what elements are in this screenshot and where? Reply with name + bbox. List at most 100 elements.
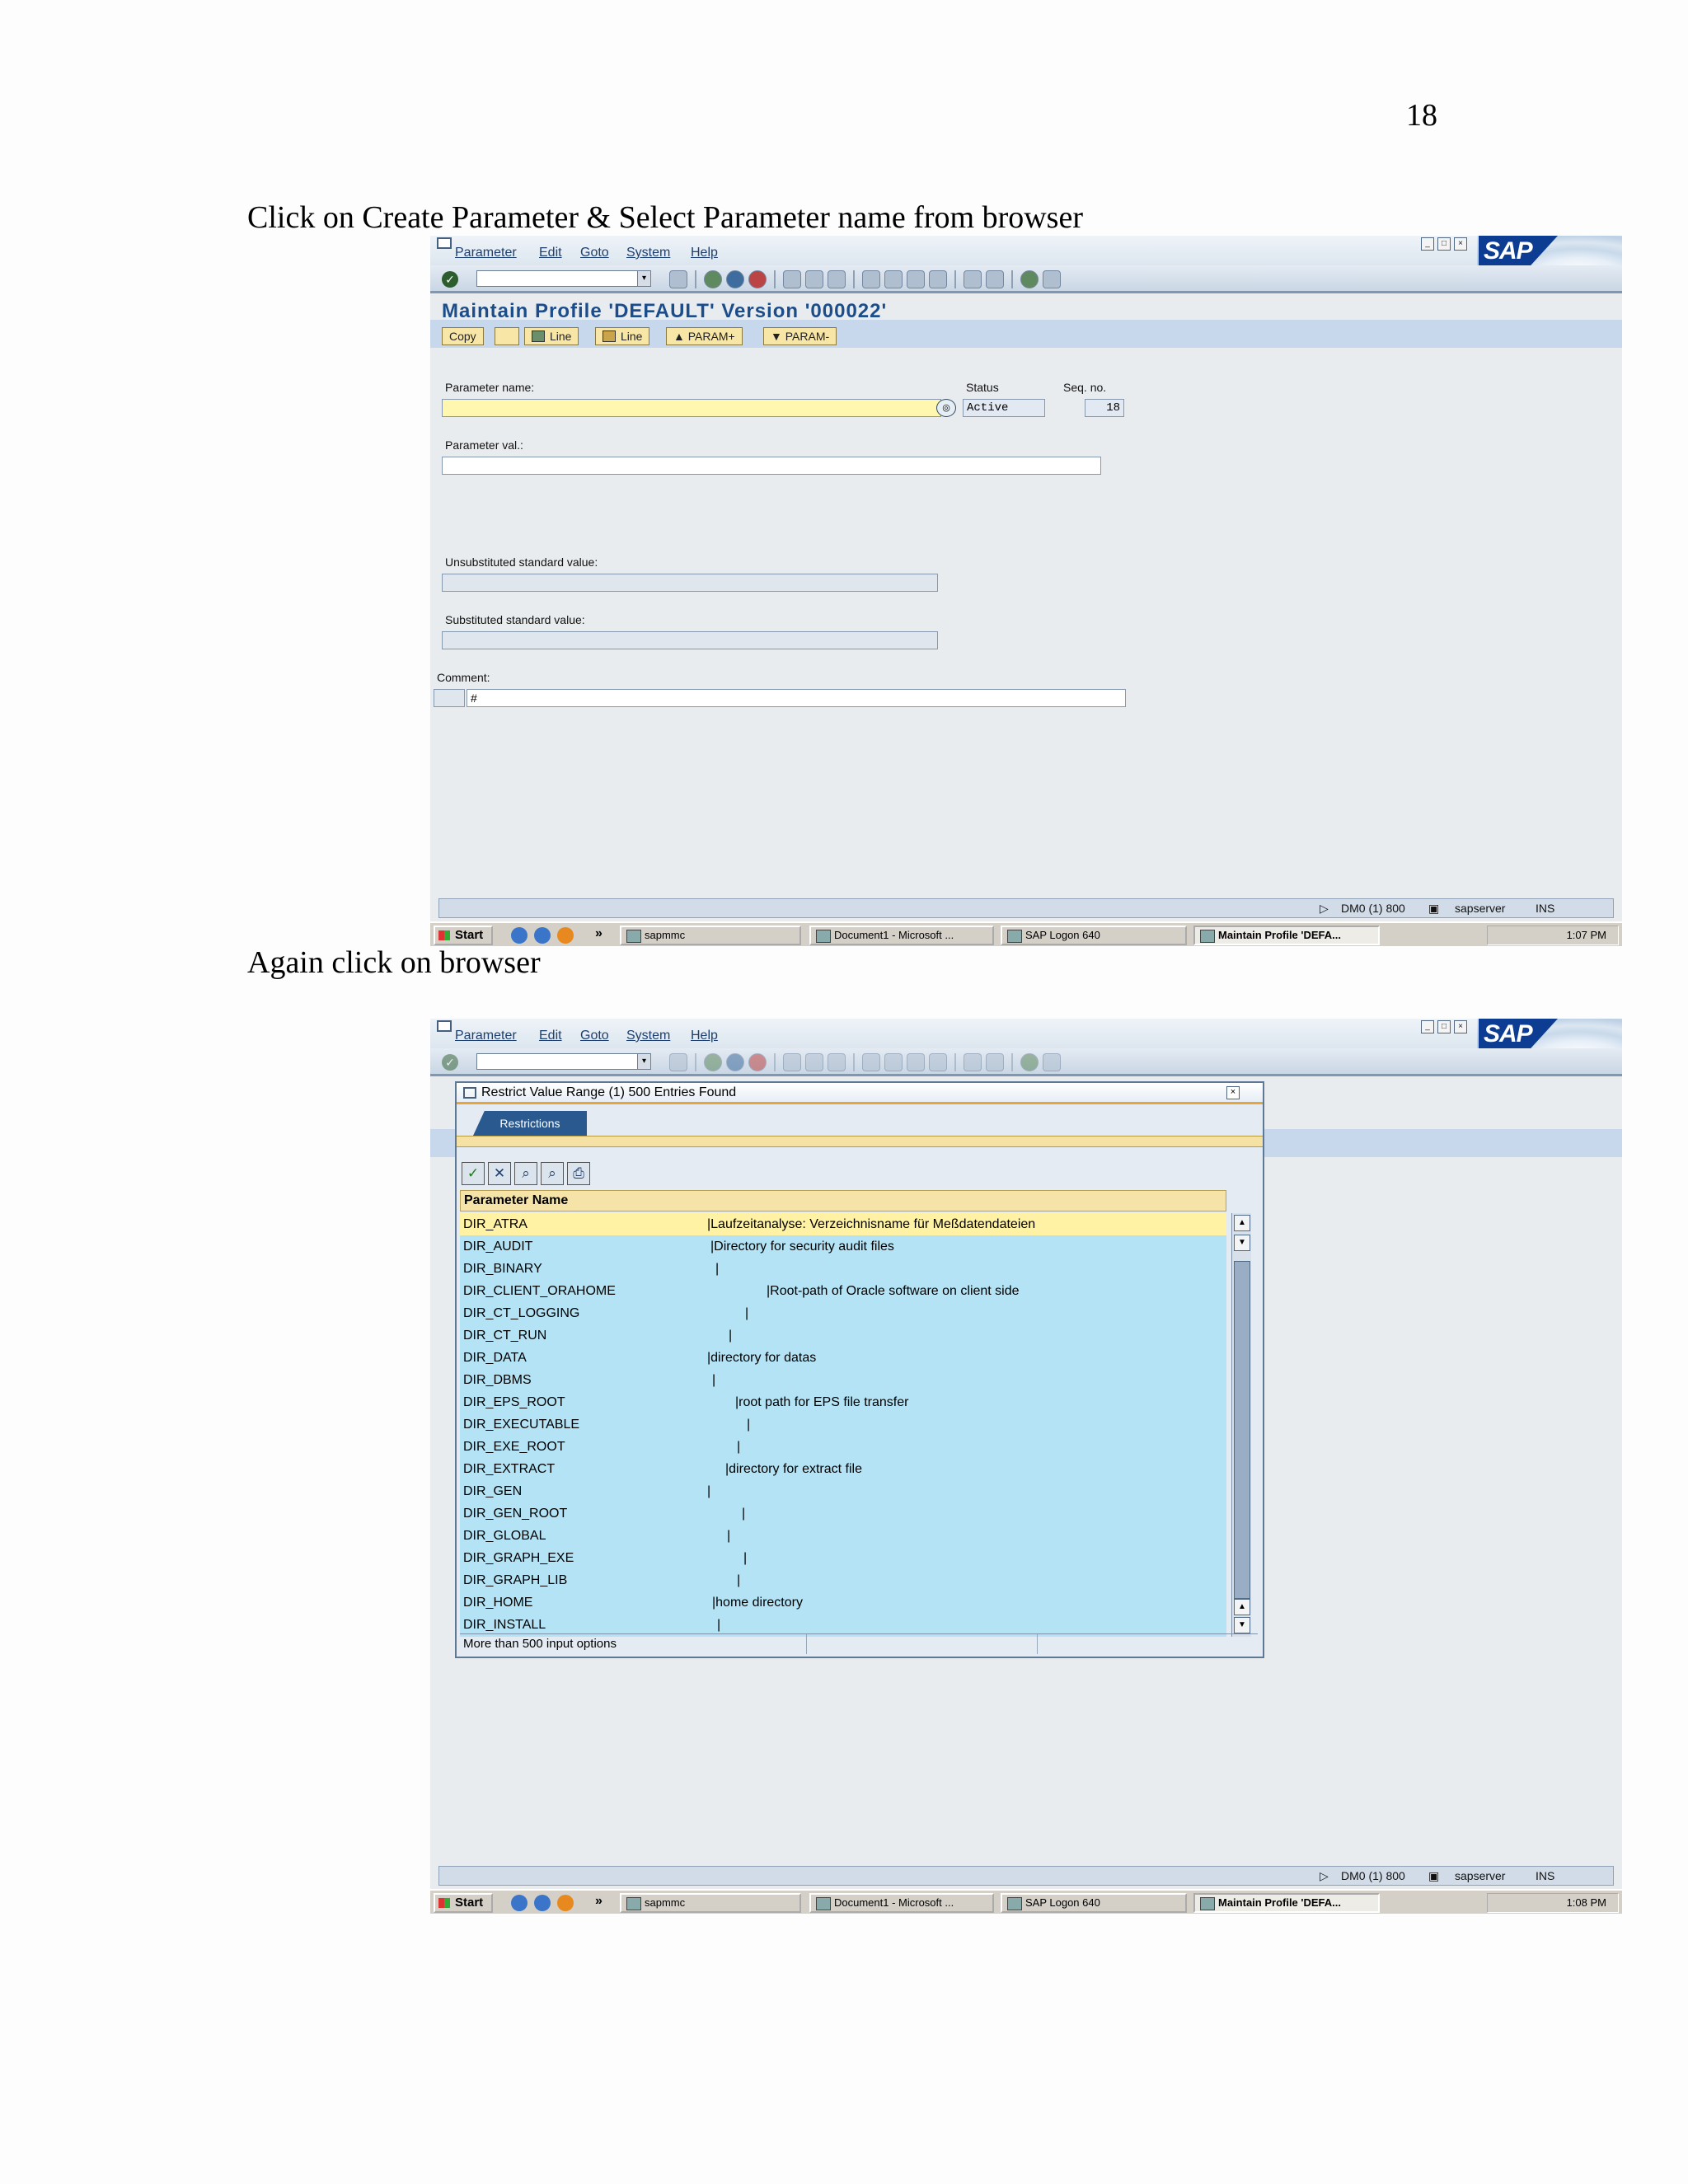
dialog-close-icon[interactable]: × bbox=[1226, 1086, 1240, 1099]
param-plus-button[interactable]: ▲ PARAM+ bbox=[666, 327, 743, 345]
print-icon[interactable] bbox=[783, 270, 801, 288]
edit-pencil-button[interactable] bbox=[495, 327, 519, 345]
new-session-icon[interactable] bbox=[964, 1053, 982, 1071]
list-item[interactable]: DIR_EXE_ROOT | bbox=[460, 1436, 1226, 1458]
close-window-icon[interactable]: × bbox=[1454, 237, 1467, 251]
find-icon[interactable]: ⌕ bbox=[514, 1162, 537, 1185]
task-sap-logon[interactable]: SAP Logon 640 bbox=[1001, 926, 1187, 945]
quick-launch-more-icon[interactable]: » bbox=[595, 926, 603, 941]
continue-icon[interactable]: ✓ bbox=[462, 1162, 485, 1185]
layout-menu-icon[interactable] bbox=[1043, 1053, 1061, 1071]
find-icon[interactable] bbox=[805, 270, 823, 288]
list-item[interactable]: DIR_GEN_ROOT | bbox=[460, 1502, 1226, 1525]
layout-menu-icon[interactable] bbox=[1043, 270, 1061, 288]
list-item[interactable]: DIR_EXTRACT |directory for extract file bbox=[460, 1458, 1226, 1480]
cancel-icon[interactable] bbox=[748, 1053, 767, 1071]
list-item[interactable]: DIR_CT_LOGGING | bbox=[460, 1302, 1226, 1324]
maximize-icon[interactable]: □ bbox=[1437, 237, 1451, 251]
first-page-icon[interactable] bbox=[862, 1053, 880, 1071]
copy-button[interactable]: Copy bbox=[442, 327, 484, 345]
previous-page-icon[interactable] bbox=[884, 1053, 903, 1071]
next-page-icon[interactable] bbox=[907, 270, 925, 288]
list-item[interactable]: DIR_HOME |home directory bbox=[460, 1591, 1226, 1614]
scroll-up-icon[interactable]: ▲ bbox=[1234, 1215, 1250, 1231]
print-icon[interactable] bbox=[783, 1053, 801, 1071]
list-item[interactable]: DIR_DATA |directory for datas bbox=[460, 1347, 1226, 1369]
first-page-icon[interactable] bbox=[862, 270, 880, 288]
enter-icon[interactable]: ✓ bbox=[442, 271, 458, 288]
desktop-icon[interactable] bbox=[511, 927, 528, 944]
task-sapmmc[interactable]: sapmmc bbox=[620, 1893, 801, 1913]
menu-system[interactable]: System bbox=[626, 1029, 670, 1043]
system-info-icon[interactable]: ▣ bbox=[1428, 902, 1439, 916]
find-next-icon[interactable]: ⌕ bbox=[541, 1162, 564, 1185]
status-arrow-icon[interactable]: ▷ bbox=[1320, 902, 1329, 916]
command-field[interactable]: ▾ bbox=[476, 270, 651, 287]
status-arrow-icon[interactable]: ▷ bbox=[1320, 1869, 1329, 1883]
command-dropdown-icon[interactable]: ▾ bbox=[637, 1054, 650, 1069]
new-session-icon[interactable] bbox=[964, 270, 982, 288]
shortcut-icon[interactable] bbox=[986, 1053, 1004, 1071]
page-down-icon[interactable]: ▼ bbox=[1234, 1235, 1250, 1251]
list-item[interactable]: DIR_INSTALL | bbox=[460, 1614, 1226, 1636]
tab-restrictions[interactable]: Restrictions bbox=[473, 1111, 587, 1136]
value-help-icon[interactable]: ◎ bbox=[936, 399, 956, 417]
list-item[interactable]: DIR_AUDIT |Directory for security audit f… bbox=[460, 1235, 1226, 1258]
find-next-icon[interactable] bbox=[828, 270, 846, 288]
media-icon[interactable] bbox=[557, 1895, 574, 1911]
back-icon[interactable] bbox=[704, 1053, 722, 1071]
menu-edit[interactable]: Edit bbox=[539, 1029, 562, 1043]
exit-icon[interactable] bbox=[726, 270, 744, 288]
system-info-icon[interactable]: ▣ bbox=[1428, 1869, 1439, 1883]
save-icon[interactable] bbox=[669, 270, 687, 288]
list-item[interactable]: DIR_ATRA |Laufzeitanalyse: Verzeichnisnam… bbox=[460, 1213, 1226, 1235]
menu-help[interactable]: Help bbox=[691, 1029, 718, 1043]
maximize-icon[interactable]: □ bbox=[1437, 1020, 1451, 1033]
menu-edit[interactable]: Edit bbox=[539, 246, 562, 260]
list-item[interactable]: DIR_CLIENT_ORAHOME |Root-path of Oracle s… bbox=[460, 1280, 1226, 1302]
list-item[interactable]: DIR_BINARY | bbox=[460, 1258, 1226, 1280]
parameter-value-input[interactable] bbox=[442, 457, 1101, 475]
task-sap-logon[interactable]: SAP Logon 640 bbox=[1001, 1893, 1187, 1913]
comment-input[interactable]: # bbox=[467, 689, 1126, 707]
list-item[interactable]: DIR_EXECUTABLE | bbox=[460, 1413, 1226, 1436]
task-document1[interactable]: Document1 - Microsoft ... bbox=[809, 926, 994, 945]
insert-line-button[interactable]: Line bbox=[524, 327, 579, 345]
dialog-menu-icon[interactable] bbox=[463, 1087, 476, 1099]
list-item[interactable]: DIR_EPS_ROOT |root path for EPS file tran… bbox=[460, 1391, 1226, 1413]
minimize-icon[interactable]: _ bbox=[1421, 237, 1434, 251]
scroll-down-icon[interactable]: ▼ bbox=[1234, 1617, 1250, 1633]
list-item[interactable]: DIR_CT_RUN | bbox=[460, 1324, 1226, 1347]
list-item[interactable]: DIR_GRAPH_EXE | bbox=[460, 1547, 1226, 1569]
exit-icon[interactable] bbox=[726, 1053, 744, 1071]
find-icon[interactable] bbox=[805, 1053, 823, 1071]
param-minus-button[interactable]: ▼ PARAM- bbox=[763, 327, 837, 345]
menu-goto[interactable]: Goto bbox=[580, 1029, 609, 1043]
minimize-icon[interactable]: _ bbox=[1421, 1020, 1434, 1033]
media-icon[interactable] bbox=[557, 927, 574, 944]
start-button[interactable]: Start bbox=[434, 926, 493, 945]
menu-system[interactable]: System bbox=[626, 246, 670, 260]
list-item[interactable]: DIR_DBMS | bbox=[460, 1369, 1226, 1391]
back-icon[interactable] bbox=[704, 270, 722, 288]
start-button[interactable]: Start bbox=[434, 1893, 493, 1913]
scroll-thumb[interactable] bbox=[1234, 1261, 1250, 1599]
command-field[interactable]: ▾ bbox=[476, 1053, 651, 1070]
menu-parameter[interactable]: Parameter bbox=[455, 1029, 517, 1043]
find-next-icon[interactable] bbox=[828, 1053, 846, 1071]
menu-parameter[interactable]: Parameter bbox=[455, 246, 517, 260]
system-menu-icon[interactable] bbox=[437, 1020, 452, 1032]
ie-icon[interactable] bbox=[534, 1895, 551, 1911]
last-page-icon[interactable] bbox=[929, 1053, 947, 1071]
desktop-icon[interactable] bbox=[511, 1895, 528, 1911]
previous-page-icon[interactable] bbox=[884, 270, 903, 288]
list-item[interactable]: DIR_GLOBAL | bbox=[460, 1525, 1226, 1547]
list-item[interactable]: DIR_GEN | bbox=[460, 1480, 1226, 1502]
close-window-icon[interactable]: × bbox=[1454, 1020, 1467, 1033]
shortcut-icon[interactable] bbox=[986, 270, 1004, 288]
cancel-icon[interactable]: ✕ bbox=[488, 1162, 511, 1185]
help-icon[interactable] bbox=[1020, 270, 1039, 288]
task-maintain-profile[interactable]: Maintain Profile 'DEFA... bbox=[1193, 926, 1380, 945]
system-menu-icon[interactable] bbox=[437, 237, 452, 249]
ie-icon[interactable] bbox=[534, 927, 551, 944]
